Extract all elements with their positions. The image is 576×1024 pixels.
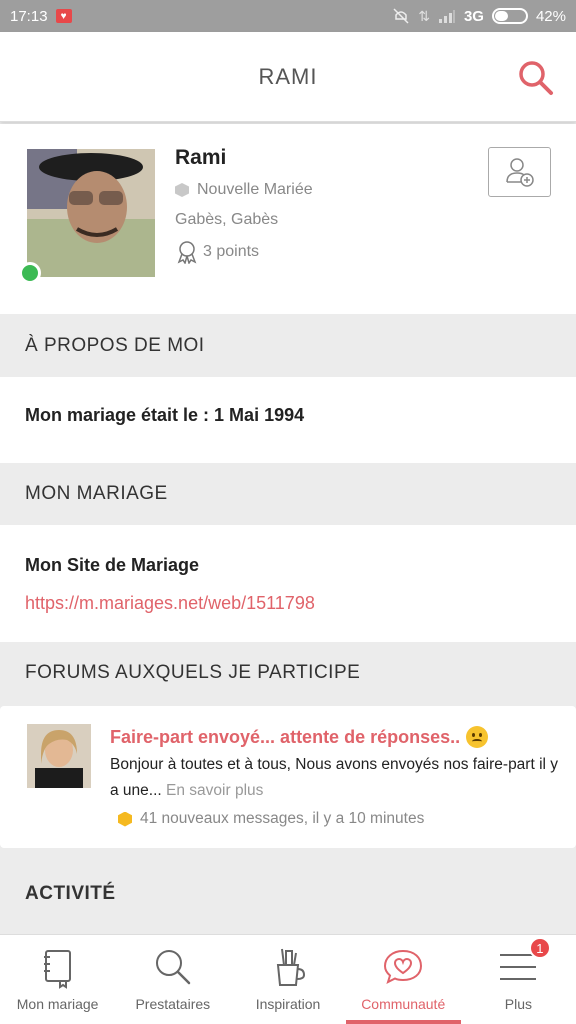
- section-activity-title: ACTIVITÉ: [25, 883, 116, 904]
- avatar-photo: [27, 149, 155, 277]
- profile-points: 3 points: [175, 240, 259, 264]
- inspiration-cup-icon: [276, 948, 306, 986]
- notebook-icon: [43, 950, 71, 989]
- profile-name: Rami: [175, 146, 227, 169]
- forum-excerpt: Bonjour à toutes et à tous, Nous avons e…: [110, 752, 560, 804]
- nav-prestataires[interactable]: Prestataires: [115, 935, 230, 1024]
- nav-label: Prestataires: [135, 996, 211, 1012]
- search-icon[interactable]: [516, 58, 556, 98]
- nav-active-indicator: [345, 1020, 461, 1024]
- bottom-navigation: Mon mariage Prestataires Inspiration Com…: [0, 934, 576, 1024]
- section-about-title: À PROPOS DE MOI: [25, 334, 205, 356]
- new-messages-hexagon-icon: [118, 811, 132, 827]
- forum-author-photo: [27, 724, 91, 788]
- section-about-header: À PROPOS DE MOI: [0, 314, 576, 377]
- forum-title-text: Faire-part envoyé... attente de réponses…: [110, 726, 461, 747]
- add-user-icon: [505, 158, 534, 187]
- online-indicator: [19, 262, 41, 284]
- nav-inspiration[interactable]: Inspiration: [230, 935, 345, 1024]
- profile-status-label: Nouvelle Mariée: [197, 181, 313, 198]
- app-notification-icon: ♥: [55, 9, 72, 23]
- section-wedding-header: MON MARIAGE: [0, 463, 576, 525]
- wedding-date-value: 1 Mai 1994: [214, 405, 305, 425]
- profile-card: Rami Nouvelle Mariée Gabès, Gabès 3 poin…: [0, 124, 576, 314]
- app-header: RAMI: [0, 32, 576, 122]
- heart-chat-icon: [384, 949, 423, 984]
- wedding-date-label: Mon mariage était le :: [25, 405, 215, 425]
- profile-location: Gabès, Gabès: [175, 211, 279, 228]
- profile-points-label: 3 points: [203, 243, 260, 260]
- wedding-site-link[interactable]: https://m.mariages.net/web/1511798: [25, 593, 315, 614]
- mute-icon: [393, 8, 409, 24]
- wedding-site-label: Mon Site de Mariage: [25, 555, 200, 575]
- search-icon: [155, 950, 191, 985]
- nav-mon-mariage[interactable]: Mon mariage: [0, 935, 115, 1024]
- forum-card[interactable]: Faire-part envoyé... attente de réponses…: [0, 706, 576, 848]
- nav-label: Mon mariage: [16, 996, 99, 1012]
- nav-plus[interactable]: 1 Plus: [461, 935, 576, 1024]
- page-title: RAMI: [258, 63, 318, 89]
- section-forums-title: FORUMS AUXQUELS JE PARTICIPE: [25, 662, 361, 683]
- forum-meta-text: 41 nouveaux messages, il y a 10 minutes: [140, 810, 425, 827]
- signal-icon: [438, 10, 455, 23]
- status-bar: 17:13 ♥ ⇅ 3G 42%: [0, 0, 576, 32]
- nav-communaute[interactable]: Communauté: [345, 935, 461, 1024]
- battery-icon: [491, 8, 528, 24]
- forum-title[interactable]: Faire-part envoyé... attente de réponses…: [110, 726, 489, 748]
- section-activity-header: ACTIVITÉ: [0, 858, 576, 930]
- section-wedding-title: MON MARIAGE: [25, 483, 168, 504]
- battery-percent: 42%: [535, 7, 566, 25]
- avatar[interactable]: [27, 149, 155, 277]
- section-about-body: Mon mariage était le : 1 Mai 1994: [0, 377, 576, 463]
- network-type: 3G: [463, 7, 484, 25]
- nav-label: Communauté: [361, 996, 446, 1012]
- notification-badge: 1: [528, 937, 551, 959]
- status-hexagon-icon: [175, 183, 189, 197]
- read-more-link[interactable]: En savoir plus: [166, 782, 263, 799]
- forum-author-avatar[interactable]: [27, 724, 91, 788]
- nav-label: Plus: [504, 996, 533, 1012]
- wedding-date: Mon mariage était le : 1 Mai 1994: [25, 405, 304, 426]
- worried-face-icon: [466, 726, 489, 748]
- profile-status: Nouvelle Mariée: [175, 181, 313, 199]
- data-transfer-icon: ⇅: [418, 7, 430, 24]
- forum-meta: 41 nouveaux messages, il y a 10 minutes: [118, 810, 424, 828]
- section-forums-header: FORUMS AUXQUELS JE PARTICIPE: [0, 642, 576, 704]
- nav-label: Inspiration: [255, 996, 321, 1012]
- add-friend-button[interactable]: [488, 147, 551, 197]
- status-time: 17:13: [10, 7, 48, 25]
- section-wedding-body: Mon Site de Mariage https://m.mariages.n…: [0, 525, 576, 642]
- award-ribbon-icon: [177, 241, 197, 264]
